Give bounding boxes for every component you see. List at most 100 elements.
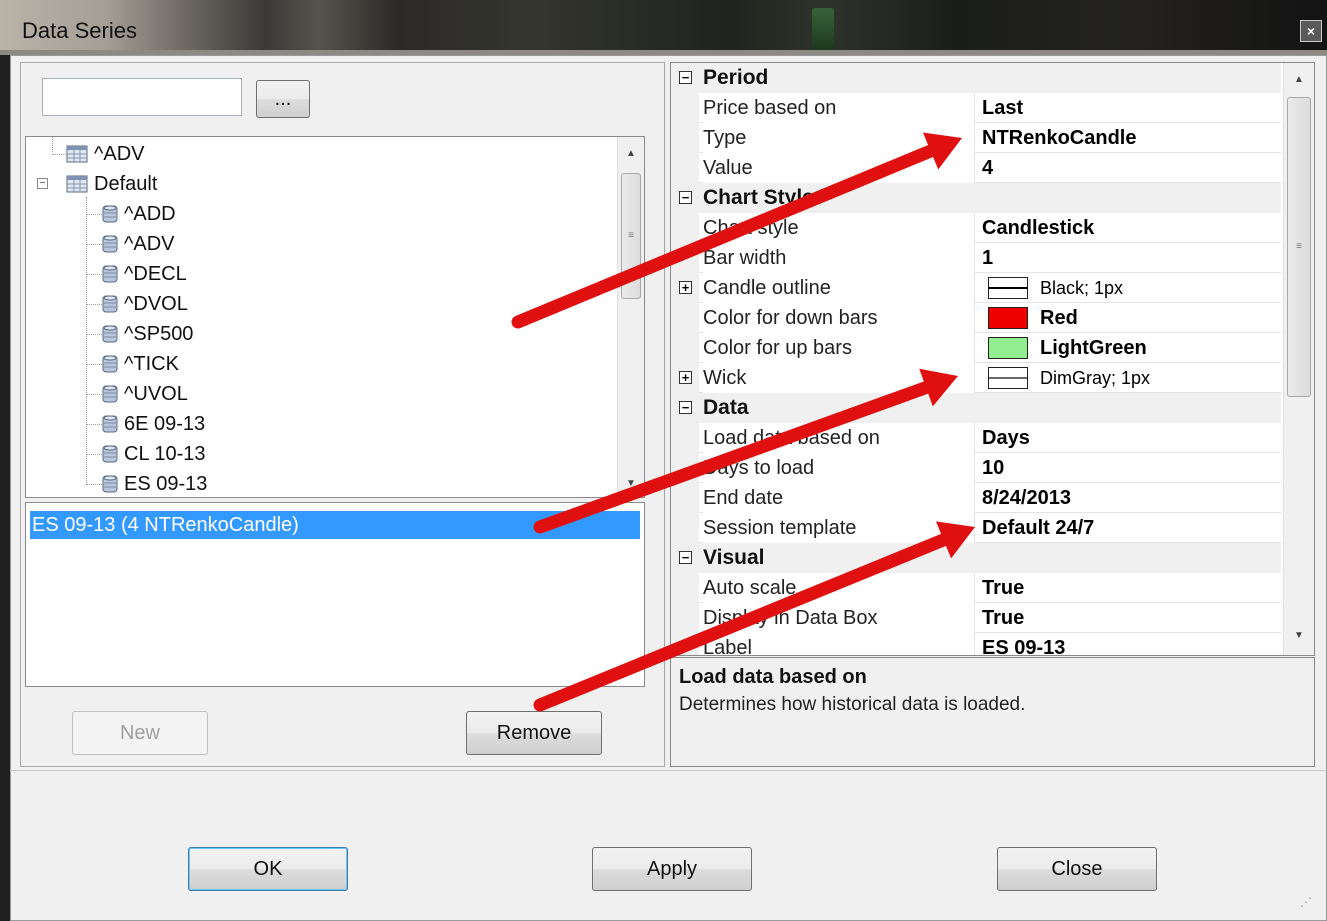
scroll-thumb[interactable]: ≡	[1287, 97, 1311, 397]
property-row[interactable]: Session template Default 24/7	[671, 513, 1281, 543]
tree-item[interactable]: ^DECL	[102, 259, 187, 289]
property-name: End date	[703, 483, 975, 513]
property-row[interactable]: Type NTRenkoCandle	[671, 123, 1281, 153]
instrument-search-input[interactable]	[42, 78, 242, 116]
tree-item[interactable]: ^DVOL	[102, 289, 188, 319]
property-value[interactable]: 10	[982, 453, 1282, 483]
property-row[interactable]: Chart style Candlestick	[671, 213, 1281, 243]
title-bar[interactable]: Data Series ×	[0, 0, 1327, 55]
property-name: Bar width	[703, 243, 975, 273]
property-value[interactable]: 8/24/2013	[982, 483, 1282, 513]
browse-button[interactable]: ...	[256, 80, 310, 118]
property-row[interactable]: Color for down bars Red	[671, 303, 1281, 333]
database-icon	[102, 474, 118, 494]
database-icon	[102, 264, 118, 284]
property-row[interactable]: Auto scale True	[671, 573, 1281, 603]
collapse-icon[interactable]: −	[679, 71, 692, 84]
collapse-icon[interactable]: −	[37, 178, 48, 189]
property-row[interactable]: Bar width 1	[671, 243, 1281, 273]
property-name: Label	[703, 633, 975, 655]
property-value[interactable]: ES 09-13	[982, 633, 1282, 656]
new-button[interactable]: New	[72, 711, 208, 755]
tree-item[interactable]: ^SP500	[102, 319, 193, 349]
resize-grip-icon[interactable]: ⋰	[1300, 895, 1312, 909]
category-period[interactable]: − Period	[671, 63, 1281, 93]
property-value-text: 10	[982, 456, 1005, 479]
close-icon[interactable]: ×	[1300, 20, 1322, 42]
tree-item[interactable]: ^ADV	[102, 229, 175, 259]
property-row[interactable]: + Candle outline Black; 1px	[671, 273, 1281, 303]
scroll-up-icon[interactable]: ▲	[1284, 69, 1314, 89]
scroll-down-icon[interactable]: ▼	[1284, 625, 1314, 645]
database-icon	[102, 414, 118, 434]
property-value[interactable]: True	[982, 573, 1282, 603]
tree-item[interactable]: CL 10-13	[102, 439, 206, 469]
property-grid[interactable]: ▲ ≡ ▼ − Period Price based on Last Type NTRen…	[670, 62, 1315, 656]
property-row[interactable]: End date 8/24/2013	[671, 483, 1281, 513]
property-value[interactable]: Black; 1px	[982, 273, 1282, 303]
instrument-tree[interactable]: − ▲ ≡ ▼ ^ADV Default ^ADD ^ADV ^DECL ^DVOL ^SP…	[25, 136, 645, 498]
property-value[interactable]: DimGray; 1px	[982, 363, 1282, 393]
category-visual[interactable]: − Visual	[671, 543, 1281, 573]
property-row[interactable]: + Wick DimGray; 1px	[671, 363, 1281, 393]
row-gutter	[671, 303, 699, 333]
property-row[interactable]: Days to load 10	[671, 453, 1281, 483]
tree-item[interactable]: ES 09-13	[102, 469, 207, 497]
close-button[interactable]: Close	[997, 847, 1157, 891]
property-value[interactable]: Candlestick	[982, 213, 1282, 243]
property-row[interactable]: Load data based on Days	[671, 423, 1281, 453]
ok-button[interactable]: OK	[188, 847, 348, 891]
tree-item-label: ^ADD	[124, 202, 176, 225]
scroll-up-icon[interactable]: ▲	[618, 143, 644, 163]
tree-item[interactable]: ^UVOL	[102, 379, 188, 409]
property-value[interactable]: Days	[982, 423, 1282, 453]
tree-connector	[86, 334, 102, 335]
tree-item[interactable]: Default	[66, 169, 157, 199]
series-list[interactable]: ES 09-13 (4 NTRenkoCandle)	[25, 502, 645, 687]
property-name: Type	[703, 123, 975, 153]
category-data[interactable]: − Data	[671, 393, 1281, 423]
apply-button[interactable]: Apply	[592, 847, 752, 891]
property-row[interactable]: Label ES 09-13	[671, 633, 1282, 656]
tree-item-label: ^DVOL	[124, 292, 188, 315]
row-gutter	[671, 483, 699, 513]
property-value[interactable]: Default 24/7	[982, 513, 1282, 543]
property-value[interactable]: NTRenkoCandle	[982, 123, 1282, 153]
tree-item[interactable]: 6E 09-13	[102, 409, 205, 439]
row-gutter	[671, 513, 699, 543]
collapse-icon[interactable]: −	[679, 401, 692, 414]
property-row[interactable]: Display in Data Box True	[671, 603, 1281, 633]
tree-item[interactable]: ^TICK	[102, 349, 179, 379]
property-name: Days to load	[703, 453, 975, 483]
category-chart-style[interactable]: − Chart Style	[671, 183, 1281, 213]
property-name: Load data based on	[703, 423, 975, 453]
tree-item[interactable]: ^ADV	[66, 139, 145, 169]
property-value-text: Red	[1040, 306, 1078, 329]
collapse-icon[interactable]: −	[679, 551, 692, 564]
expand-icon[interactable]: +	[679, 281, 692, 294]
property-value[interactable]: True	[982, 603, 1282, 633]
property-value[interactable]: Last	[982, 93, 1282, 123]
series-item-selected[interactable]: ES 09-13 (4 NTRenkoCandle)	[30, 511, 640, 539]
tree-item[interactable]: ^ADD	[102, 199, 176, 229]
color-swatch	[988, 277, 1028, 299]
property-value[interactable]: 4	[982, 153, 1282, 183]
property-scrollbar[interactable]: ▲ ≡ ▼	[1283, 63, 1314, 655]
property-row[interactable]: Color for up bars LightGreen	[671, 333, 1281, 363]
tree-connector	[86, 197, 87, 485]
help-text: Determines how historical data is loaded…	[679, 694, 1026, 715]
property-value-text: True	[982, 576, 1025, 599]
remove-button[interactable]: Remove	[466, 711, 602, 755]
property-value[interactable]: LightGreen	[982, 333, 1282, 363]
scroll-thumb[interactable]: ≡	[621, 173, 641, 299]
tree-item-label: ^TICK	[124, 352, 179, 375]
expand-icon[interactable]: +	[679, 371, 692, 384]
property-row[interactable]: Price based on Last	[671, 93, 1281, 123]
tree-scrollbar[interactable]: ▲ ≡ ▼	[617, 137, 644, 497]
property-value[interactable]: 1	[982, 243, 1282, 273]
property-value[interactable]: Red	[982, 303, 1282, 333]
collapse-icon[interactable]: −	[679, 191, 692, 204]
scroll-down-icon[interactable]: ▼	[618, 473, 644, 493]
category-label: Data	[703, 396, 749, 419]
property-row[interactable]: Value 4	[671, 153, 1281, 183]
